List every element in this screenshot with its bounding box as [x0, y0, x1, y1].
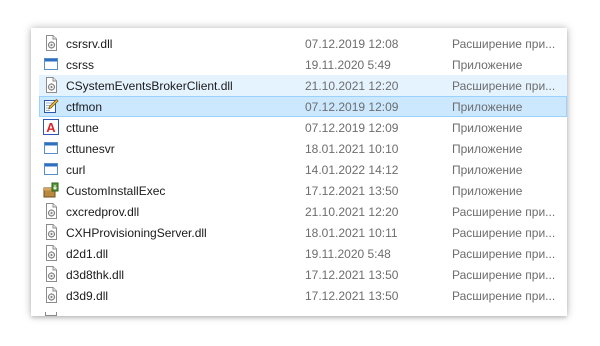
- dll-file-icon: [43, 35, 59, 51]
- file-row-d3d9-dll[interactable]: d3d9.dll 17.12.2021 13:50 Расширение при..…: [39, 285, 567, 306]
- file-name: cttunesvr: [66, 142, 115, 156]
- file-date-modified: 17.12.2021 13:50: [305, 184, 399, 198]
- dll-file-icon: [43, 77, 59, 93]
- file-row-ctfmon[interactable]: ctfmon 07.12.2019 12:09 Приложение: [39, 96, 567, 117]
- file-name: CSystemEventsBrokerClient.dll: [66, 79, 233, 93]
- dll-file-icon: [43, 203, 59, 219]
- file-name: csrsrv.dll: [66, 37, 113, 51]
- file-type: Приложение: [452, 184, 523, 198]
- file-type: Приложение: [452, 163, 523, 177]
- file-row-curl[interactable]: curl 14.01.2022 14:12 Приложение: [39, 159, 567, 180]
- file-date-modified: 18.01.2021 10:11: [305, 226, 398, 240]
- file-row-cxcredprov-dll[interactable]: cxcredprov.dll 21.10.2021 12:20 Расширение…: [39, 201, 567, 222]
- app-window-icon: [43, 56, 59, 72]
- file-name: cxcredprov.dll: [66, 205, 140, 219]
- file-type: Приложение: [452, 100, 523, 114]
- file-name: d3d9.dll: [66, 289, 109, 303]
- dll-file-icon: [43, 287, 59, 303]
- app-window-icon: [43, 140, 59, 156]
- file-type: Расширение при...: [452, 247, 556, 261]
- file-row-d2d1-dll[interactable]: d2d1.dll 19.11.2020 5:48 Расширение при...: [39, 243, 567, 264]
- file-name: csrss: [66, 58, 94, 72]
- file-date-modified: 19.11.2020 5:49: [305, 58, 391, 72]
- file-type: Приложение: [452, 58, 523, 72]
- file-date-modified: 18.01.2021 10:10: [305, 142, 399, 156]
- cleartype-icon: A: [43, 119, 59, 135]
- file-type: Приложение: [452, 121, 523, 135]
- dll-file-icon: [43, 266, 59, 282]
- file-date-modified: 14.01.2022 14:12: [305, 163, 399, 177]
- file-row-d3d8thk-dll[interactable]: d3d8thk.dll 17.12.2021 13:50 Расширение пр…: [39, 264, 567, 285]
- file-type: Расширение при...: [452, 268, 556, 282]
- file-name: d3d8thk.dll: [66, 268, 125, 282]
- installer-icon: [43, 182, 59, 198]
- file-name: CXHProvisioningServer.dll: [66, 226, 207, 240]
- file-name: ctfmon: [66, 100, 103, 114]
- file-type: Расширение при...: [452, 226, 556, 240]
- file-date-modified: 07.12.2019 12:08: [305, 37, 399, 51]
- dll-file-icon: [43, 245, 59, 261]
- svg-text:A: A: [46, 120, 56, 135]
- file-type: Расширение при...: [452, 205, 556, 219]
- app-window-icon: [43, 161, 59, 177]
- file-row-cttune[interactable]: Acttune 07.12.2019 12:09 Приложение: [39, 117, 567, 138]
- file-date-modified: 21.10.2021 12:20: [305, 205, 399, 219]
- file-date-modified: 07.12.2019 12:09: [305, 121, 399, 135]
- file-type: Расширение при...: [452, 289, 556, 303]
- file-row-cxhprovisioningserver-dll[interactable]: CXHProvisioningServer.dll 18.01.2021 10:1…: [39, 222, 567, 243]
- file-date-modified: 21.10.2021 12:20: [305, 79, 399, 93]
- file-name: curl: [66, 163, 86, 177]
- file-row-csrsrv-dll[interactable]: csrsrv.dll 07.12.2019 12:08 Расширение при…: [39, 33, 567, 54]
- file-row-csrss[interactable]: csrss 19.11.2020 5:49 Приложение: [39, 54, 567, 75]
- file-list-panel: csrsrv.dll 07.12.2019 12:08 Расширение при…: [31, 28, 567, 316]
- file-date-modified: 17.12.2021 13:50: [305, 268, 399, 282]
- dll-file-icon: [43, 224, 59, 240]
- file-type: Расширение при...: [452, 37, 556, 51]
- file-date-modified: 19.11.2020 5:48: [305, 247, 391, 261]
- file-name: CustomInstallExec: [66, 184, 166, 198]
- file-row-cttunesvr[interactable]: cttunesvr 18.01.2021 10:10 Приложение: [39, 138, 567, 159]
- file-row-custominstallexec[interactable]: CustomInstallExec 17.12.2021 13:50 Приложе…: [39, 180, 567, 201]
- file-name: cttune: [66, 121, 99, 135]
- file-type: Приложение: [452, 142, 523, 156]
- file-type: Расширение при...: [452, 79, 556, 93]
- file-row-csystemeventsbrokerclient-dll[interactable]: CSystemEventsBrokerClient.dll 21.10.2021 …: [39, 75, 567, 96]
- file-date-modified: 17.12.2021 13:50: [305, 289, 399, 303]
- file-name: d2d1.dll: [66, 247, 109, 261]
- partial-next-row: [39, 312, 567, 316]
- ctfmon-pen-icon: [43, 98, 59, 114]
- file-date-modified: 07.12.2019 12:09: [305, 100, 399, 114]
